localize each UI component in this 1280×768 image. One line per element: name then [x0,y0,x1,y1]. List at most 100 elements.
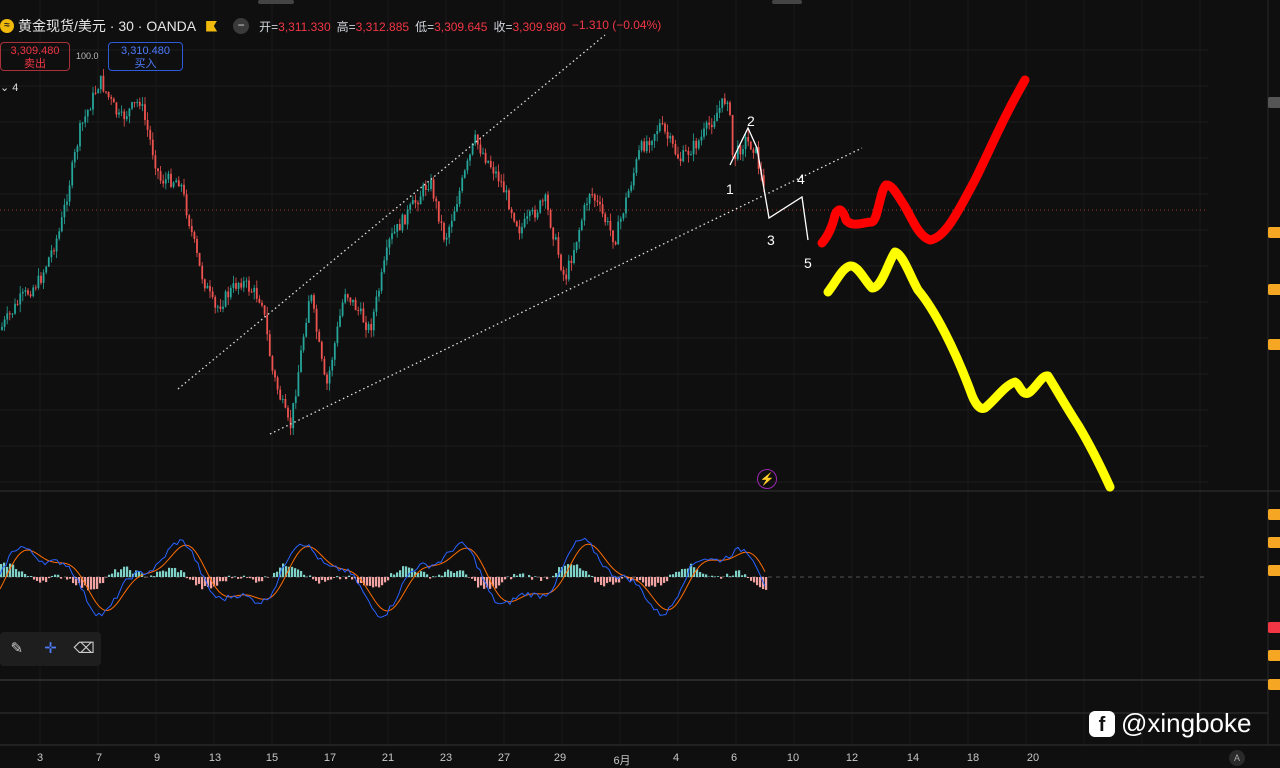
candle-body [183,184,185,195]
candle-body [669,135,672,139]
histogram-bar [261,577,264,582]
candle-body [591,194,594,196]
candle-body [456,204,458,212]
auto-scale-button[interactable]: A [1229,750,1245,766]
histogram-bar [519,573,522,577]
lightning-icon[interactable]: ⚡ [757,469,777,489]
candle-body [1,326,3,330]
sell-button[interactable]: 3,309.480 卖出 [0,42,70,71]
candle-body [313,295,315,309]
candle-body [37,275,40,289]
histogram-bar [510,577,513,580]
time-axis-label: 7 [95,752,103,764]
candle-body [635,159,638,173]
histogram-bar [345,577,348,580]
candle-body [203,279,206,289]
chart-canvas[interactable] [0,0,1280,768]
candle-body [398,224,401,231]
time-axis-label: 20 [1026,752,1040,764]
candle-body [679,158,682,162]
candle-body [596,200,599,202]
candle-body [263,305,266,315]
candle-body [14,303,16,314]
candle-body [625,197,627,214]
candle-body [255,287,258,299]
candle-body [554,237,557,240]
histogram-bar [51,575,54,577]
candle-body [396,224,399,232]
histogram-bar [312,577,315,580]
candle-body [372,311,375,331]
collapse-legend-button[interactable]: − [233,18,250,34]
indicator-toggle[interactable]: ⌄ 4 [0,81,18,94]
time-axis[interactable]: 3 7 9 13 15 17 21 23 27 29 6月 4 6 10 12 … [0,752,1280,767]
candle-body [240,282,243,288]
buy-button[interactable]: 3,310.480 买入 [108,42,183,71]
candle-body [159,171,162,181]
histogram-bar [609,577,612,582]
histogram-bar [684,568,687,577]
candle-body [450,220,453,227]
histogram-bar [255,577,258,583]
candle-body [141,104,144,106]
candle-body [406,209,409,225]
histogram-bar [174,567,177,577]
candle-body [258,298,261,303]
candle-body [206,285,209,289]
eraser-icon[interactable]: ⌫ [72,637,96,661]
indicator-axis-tag [1268,650,1280,661]
histogram-bar [240,577,243,579]
candle-body [487,160,490,163]
candle-body [120,111,123,113]
candle-body [682,150,685,162]
candle-body [549,209,552,228]
symbol-title[interactable]: 黄金现货/美元 · 30 · OANDA [18,16,196,36]
candle-body [274,370,276,378]
histogram-bar [552,575,555,577]
candle-body [354,299,357,311]
candle-body [341,302,344,316]
histogram-bar [444,571,447,577]
candle-body [50,250,53,258]
candle-body [68,185,71,202]
candle-body [79,123,81,147]
candle-body [105,91,107,93]
candle-body [562,269,565,275]
candle-body [744,137,747,150]
candle-body [242,281,245,288]
candle-body [359,308,362,312]
candle-body [253,287,256,293]
histogram-bar [528,575,531,577]
time-axis-label: 6月 [613,755,631,767]
histogram-bar [399,570,402,577]
histogram-bar [450,571,453,577]
crosshair-icon[interactable]: ✛ [38,637,62,661]
histogram-bar [57,574,60,577]
candle-body [742,149,744,155]
candle-body [430,179,432,189]
histogram-bar [471,577,474,579]
candle-body [424,185,427,190]
brush-icon[interactable]: ✎ [5,637,29,661]
candle-body [690,154,692,156]
histogram-bar [12,564,15,577]
histogram-bar [504,577,507,580]
buy-label: 买入 [134,58,157,70]
histogram-bar [162,570,165,577]
watermark: f @xingboke [1089,708,1251,739]
histogram-bar [267,577,270,578]
flag-icon[interactable] [206,20,218,32]
candle-body [318,331,321,342]
histogram-bar [120,569,123,577]
candle-body [214,297,217,308]
candle-body [227,291,230,298]
candle-body [128,108,131,117]
histogram-bar [726,573,729,577]
histogram-bar [273,572,276,577]
candle-body [279,389,282,400]
open-label: 开= [259,19,279,34]
price-axis-tag [1268,227,1280,238]
candle-body [648,141,651,146]
histogram-bar [123,566,126,577]
candle-body [24,290,27,292]
